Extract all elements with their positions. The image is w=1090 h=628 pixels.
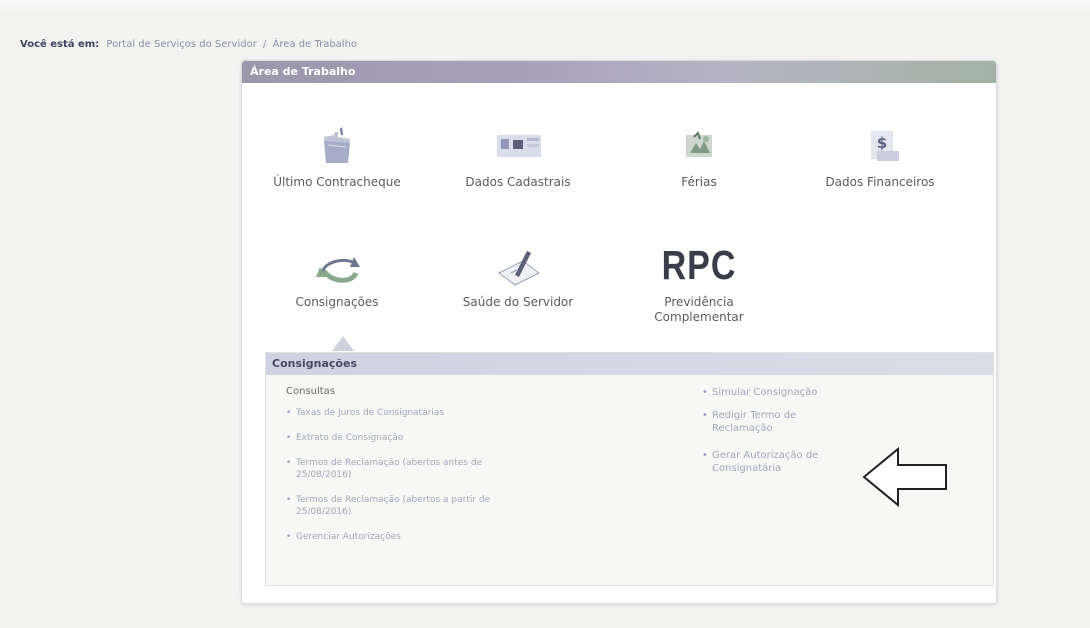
vacation-icon — [686, 131, 712, 157]
acoes-column: Simular Consignação Redigir Termo de Rec… — [702, 386, 852, 489]
svg-text:$: $ — [877, 134, 887, 152]
rpc-logo: RPC — [661, 243, 737, 289]
folder-icon — [324, 127, 350, 163]
link-termos-reclamacao-antes[interactable]: Termos de Reclamação (abertos antes de 2… — [286, 457, 516, 481]
link-termos-reclamacao-apos[interactable]: Termos de Reclamação (abertos a partir d… — [286, 494, 516, 518]
refresh-arrow-icon — [316, 257, 360, 283]
tile-label: Dados Financeiros — [825, 175, 935, 189]
consultas-column: Consultas Taxas de Juros de Consignatári… — [286, 386, 516, 556]
link-simular-consignacao[interactable]: Simular Consignação — [702, 386, 852, 399]
acoes-links: Simular Consignação Redigir Termo de Rec… — [702, 386, 852, 475]
panel-title: Área de Trabalho — [242, 61, 996, 83]
money-document-icon: $ — [871, 131, 899, 161]
breadcrumb-link-portal[interactable]: Portal de Serviços do Servidor — [106, 39, 256, 50]
submenu-title: Consignações — [266, 353, 993, 375]
tile-label: Saúde do Servidor — [462, 295, 574, 309]
tile-label: Consignações — [295, 295, 379, 309]
tile-label: Férias — [681, 175, 717, 189]
link-gerar-autorizacao[interactable]: Gerar Autorização de Consignatária — [702, 449, 852, 475]
tile-ferias[interactable]: Férias — [614, 123, 784, 190]
tile-label: Último Contracheque — [273, 175, 401, 189]
tile-ultimo-contracheque[interactable]: Último Contracheque — [252, 123, 422, 190]
tile-saude-do-servidor[interactable]: Saúde do Servidor — [433, 243, 603, 310]
breadcrumb-separator: / — [263, 39, 267, 50]
link-redigir-termo[interactable]: Redigir Termo de Reclamação — [702, 409, 852, 435]
tile-consignacoes[interactable]: Consignações — [252, 243, 422, 310]
submenu-pointer — [332, 336, 354, 351]
left-arrow-icon — [862, 446, 947, 508]
id-card-icon — [497, 135, 541, 157]
tile-previdencia-complementar[interactable]: RPC Previdência Complementar — [614, 243, 784, 325]
tile-label: Previdência Complementar — [654, 295, 744, 324]
link-extrato-de-consignacao[interactable]: Extrato de Consignação — [286, 432, 516, 444]
health-document-icon — [498, 251, 540, 286]
link-gerenciar-autorizacoes[interactable]: Gerenciar Autorizações — [286, 531, 516, 543]
breadcrumb-current: Área de Trabalho — [272, 39, 358, 50]
breadcrumb: Você está em: Portal de Serviços do Serv… — [20, 39, 357, 50]
tile-label: Dados Cadastrais — [465, 175, 571, 189]
consultas-links: Taxas de Juros de Consignatárias Extrato… — [286, 407, 516, 543]
scan-edge — [0, 0, 1090, 14]
link-taxas-de-juros[interactable]: Taxas de Juros de Consignatárias — [286, 407, 516, 419]
breadcrumb-prefix: Você está em: — [20, 39, 100, 50]
tile-dados-cadastrais[interactable]: Dados Cadastrais — [433, 123, 603, 190]
tile-dados-financeiros[interactable]: $ Dados Financeiros — [795, 123, 965, 190]
consultas-title: Consultas — [286, 386, 336, 397]
work-area-panel: Área de Trabalho Último Contracheque Dad… — [241, 60, 997, 604]
